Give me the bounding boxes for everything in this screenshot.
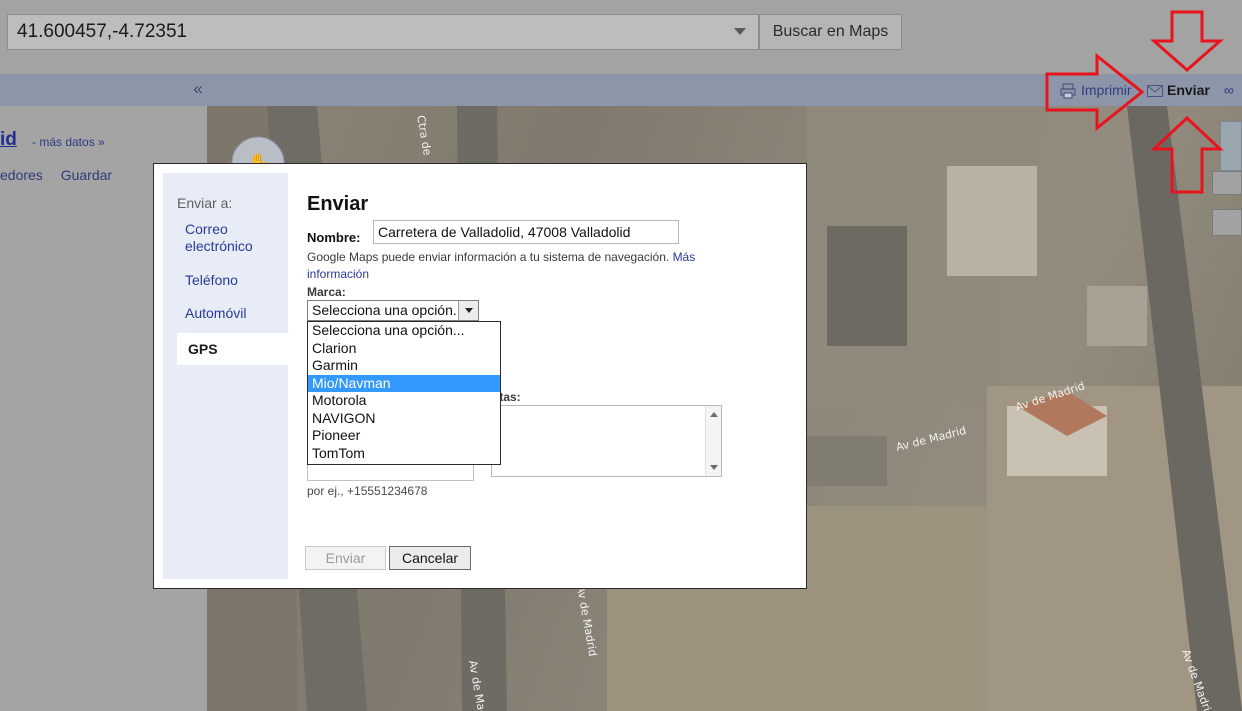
info-text: Google Maps puede enviar información a t…: [307, 249, 747, 283]
nav-item-phone[interactable]: Teléfono: [185, 272, 238, 289]
brand-dropdown-list[interactable]: Selecciona una opción... Clarion Garmin …: [307, 321, 501, 465]
send-dialog-body: Enviar a: Correo electrónico Teléfono Au…: [163, 173, 798, 579]
brand-select[interactable]: Selecciona una opción...: [307, 300, 479, 321]
scroll-up-icon[interactable]: [710, 412, 718, 417]
search-input[interactable]: 41.600457,-4.72351: [7, 14, 759, 50]
notes-scrollbar[interactable]: [705, 406, 721, 476]
name-label: Nombre:: [307, 230, 361, 245]
dropdown-option[interactable]: Selecciona una opción...: [308, 322, 500, 340]
send-dialog: Enviar a: Correo electrónico Teléfono Au…: [153, 163, 807, 589]
dropdown-option[interactable]: TomTom: [308, 445, 500, 463]
search-button[interactable]: Buscar en Maps: [759, 14, 902, 50]
layer-button[interactable]: [1212, 209, 1242, 236]
name-input[interactable]: Carretera de Valladolid, 47008 Valladoli…: [373, 220, 679, 244]
send-to-heading: Enviar a:: [177, 195, 233, 211]
dropdown-option[interactable]: Motorola: [308, 392, 500, 410]
map-road-label: Av de Madrid: [574, 584, 599, 657]
place-title-link[interactable]: id: [0, 129, 17, 151]
sidebar-header-strip: [0, 74, 207, 106]
nav-item-gps[interactable]: GPS: [177, 333, 288, 365]
dropdown-option[interactable]: Pioneer: [308, 427, 500, 445]
nav-item-car[interactable]: Automóvil: [185, 305, 246, 322]
nav-item-email[interactable]: Correo electrónico: [185, 221, 275, 255]
dialog-title: Enviar: [307, 193, 369, 215]
dropdown-option[interactable]: Garmin: [308, 357, 500, 375]
dropdown-option[interactable]: Clarion: [308, 340, 500, 358]
chevron-down-icon[interactable]: [458, 301, 478, 320]
send-button[interactable]: Enviar: [305, 546, 386, 570]
dropdown-option[interactable]: NAVIGON: [308, 410, 500, 428]
scroll-down-icon[interactable]: [710, 465, 718, 470]
search-dropdown-caret-icon[interactable]: [734, 28, 746, 35]
annotation-arrows: [1045, 10, 1224, 194]
more-data-link[interactable]: - más datos »: [32, 135, 105, 149]
phone-hint: por ej., +15551234678: [307, 484, 428, 498]
send-target-nav: Enviar a: Correo electrónico Teléfono Au…: [163, 173, 288, 579]
sidebar-actions: edores Guardar: [0, 167, 126, 183]
map-road-label: Av de Madrid: [895, 424, 968, 454]
save-link[interactable]: Guardar: [61, 167, 112, 183]
brand-label: Marca:: [307, 285, 346, 299]
nearby-link[interactable]: edores: [0, 167, 43, 183]
notes-textarea[interactable]: [491, 405, 722, 477]
send-form: Enviar Nombre: Carretera de Valladolid, …: [288, 173, 798, 579]
dropdown-option-highlighted[interactable]: Mio/Navman: [308, 374, 500, 392]
cancel-button[interactable]: Cancelar: [389, 546, 471, 570]
collapse-sidebar-button[interactable]: «: [189, 78, 207, 102]
info-description: Google Maps puede enviar información a t…: [307, 250, 670, 264]
